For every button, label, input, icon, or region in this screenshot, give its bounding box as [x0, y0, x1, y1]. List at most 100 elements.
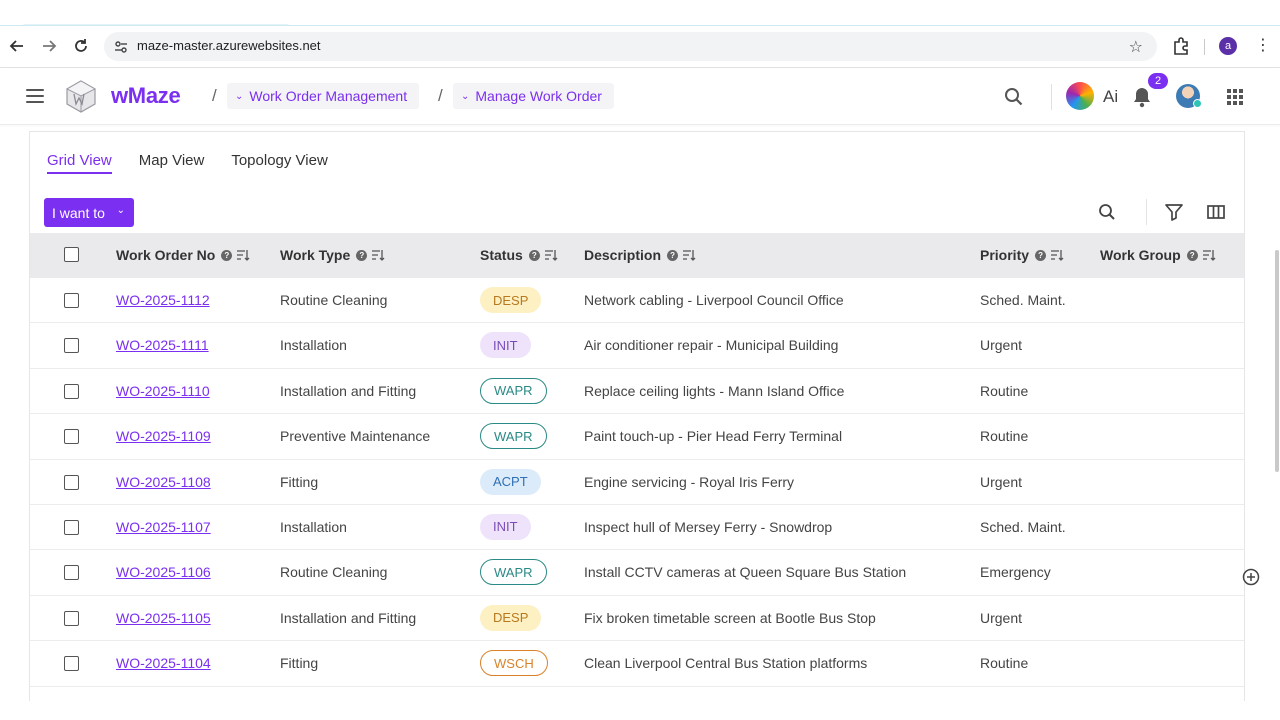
work-order-link[interactable]: WO-2025-1111 — [116, 337, 209, 353]
work-order-link[interactable]: WO-2025-1104 — [116, 655, 211, 671]
row-checkbox[interactable] — [64, 383, 79, 399]
search-icon[interactable] — [1003, 86, 1025, 108]
i-want-to-button[interactable]: I want to ⌄ — [44, 198, 134, 227]
breadcrumb-work-order-management[interactable]: ⌄ Work Order Management — [227, 83, 420, 109]
user-avatar[interactable] — [1176, 84, 1202, 108]
table-row[interactable]: WO-2025-1106 Routine Cleaning WAPR Insta… — [30, 550, 1244, 596]
table-row[interactable]: WO-2025-1105 Installation and Fitting DE… — [30, 595, 1244, 642]
ai-assistant-icon[interactable] — [1066, 82, 1094, 110]
work-type-cell: Installation and Fitting — [280, 609, 417, 626]
header-divider — [1051, 84, 1052, 110]
row-checkbox[interactable] — [64, 610, 79, 626]
breadcrumb-manage-work-order[interactable]: ⌄ Manage Work Order — [453, 83, 614, 109]
tab-grid-view[interactable]: Grid View — [47, 152, 112, 174]
help-icon[interactable]: ? — [667, 249, 679, 261]
table-row[interactable]: WO-2025-1104 Fitting WSCH Clean Liverpoo… — [30, 641, 1244, 687]
work-order-link[interactable]: WO-2025-1110 — [116, 383, 210, 399]
help-icon[interactable]: ? — [528, 249, 540, 261]
breadcrumb-separator: / — [438, 86, 443, 105]
row-checkbox[interactable] — [64, 565, 79, 581]
reload-icon[interactable] — [70, 35, 92, 57]
table-row[interactable]: WO-2025-1108 Fitting ACPT Engine servici… — [30, 459, 1244, 505]
ai-label[interactable]: Ai — [1103, 87, 1118, 107]
row-checkbox[interactable] — [64, 293, 79, 308]
chevron-down-icon: ⌄ — [461, 90, 470, 102]
row-checkbox[interactable] — [64, 656, 79, 672]
table-row[interactable]: WO-2025-1107 Installation INIT Inspect h… — [30, 504, 1244, 551]
columns-icon[interactable] — [1206, 202, 1226, 222]
forward-icon[interactable] — [38, 35, 60, 57]
browser-tab-strip — [0, 0, 1280, 27]
status-badge: ACPT — [480, 468, 541, 495]
column-label: Description — [584, 247, 662, 263]
sort-icon[interactable] — [237, 249, 250, 261]
sort-icon[interactable] — [372, 249, 385, 261]
help-icon[interactable]: ? — [1035, 249, 1047, 261]
bell-icon[interactable] — [1132, 86, 1152, 108]
priority-cell: Sched. Maint. — [980, 292, 1066, 308]
column-label: Work Order No — [116, 247, 216, 263]
notification-badge: 2 — [1148, 73, 1168, 89]
add-circle-icon[interactable] — [1242, 568, 1260, 586]
help-icon[interactable]: ? — [1186, 249, 1198, 261]
table-header: Work Order No ? Work Type ? Status ? Des… — [30, 233, 1244, 278]
star-icon[interactable]: ☆ — [1129, 37, 1143, 57]
status-badge: INIT — [480, 513, 531, 540]
priority-cell: Routine — [980, 428, 1029, 445]
address-bar[interactable]: maze-master.azurewebsites.net ☆ — [104, 32, 1157, 61]
table-row[interactable]: WO-2025-1111 Installation INIT Air condi… — [30, 323, 1244, 369]
toolbar-divider — [1204, 39, 1205, 55]
row-checkbox[interactable] — [64, 429, 79, 445]
col-priority[interactable]: Priority ? — [980, 247, 1064, 263]
page-scrollbar[interactable] — [1275, 250, 1279, 472]
row-checkbox[interactable] — [64, 474, 79, 490]
column-label: Work Type — [280, 247, 351, 263]
col-work-order-no[interactable]: Work Order No ? — [116, 247, 250, 263]
tab-map-view[interactable]: Map View — [139, 152, 205, 174]
work-order-link[interactable]: WO-2025-1107 — [116, 519, 211, 535]
sort-icon[interactable] — [544, 249, 558, 261]
back-icon[interactable] — [6, 35, 28, 57]
extensions-icon[interactable] — [1171, 36, 1191, 56]
work-order-link[interactable]: WO-2025-1109 — [116, 428, 211, 444]
work-order-link[interactable]: WO-2025-1106 — [116, 564, 211, 580]
breadcrumb-separator: / — [212, 86, 217, 105]
table-row[interactable]: WO-2025-1109 Preventive Maintenance WAPR… — [30, 414, 1244, 460]
work-order-link[interactable]: WO-2025-1112 — [116, 292, 210, 308]
table-row[interactable]: WO-2025-1110 Installation and Fitting WA… — [30, 368, 1244, 415]
profile-avatar[interactable]: a — [1219, 37, 1237, 55]
url-text[interactable]: maze-master.azurewebsites.net — [137, 38, 321, 53]
sort-icon[interactable] — [683, 249, 696, 261]
description-cell: Fix broken timetable screen at Bootle Bu… — [584, 609, 876, 626]
col-work-type[interactable]: Work Type ? — [280, 247, 385, 263]
help-icon[interactable]: ? — [356, 249, 368, 261]
col-work-group[interactable]: Work Group ? — [1100, 247, 1216, 263]
work-order-table: Work Order No ? Work Type ? Status ? Des… — [30, 233, 1244, 687]
row-checkbox[interactable] — [64, 519, 79, 535]
filter-icon[interactable] — [1164, 202, 1184, 222]
priority-cell: Emergency — [980, 564, 1051, 581]
menu-icon[interactable] — [26, 89, 44, 103]
table-search-icon[interactable] — [1097, 202, 1117, 222]
help-icon[interactable]: ? — [221, 249, 233, 261]
brand-name[interactable]: wMaze — [111, 83, 181, 109]
work-type-cell: Preventive Maintenance — [280, 428, 431, 445]
row-checkbox[interactable] — [64, 338, 79, 354]
more-menu-icon[interactable]: ⋮ — [1255, 36, 1271, 56]
work-type-cell: Routine Cleaning — [280, 564, 388, 581]
col-status[interactable]: Status ? — [480, 247, 558, 263]
site-settings-icon[interactable] — [113, 39, 129, 55]
table-row[interactable]: WO-2025-1112 Routine Cleaning DESP Netwo… — [30, 278, 1244, 324]
description-cell: Network cabling - Liverpool Council Offi… — [584, 292, 844, 308]
select-all-checkbox[interactable] — [64, 247, 79, 262]
tab-topology-view[interactable]: Topology View — [231, 152, 327, 174]
work-order-link[interactable]: WO-2025-1105 — [116, 610, 211, 626]
col-description[interactable]: Description ? — [584, 247, 696, 263]
view-tabs: Grid View Map View Topology View — [47, 152, 355, 174]
work-order-link[interactable]: WO-2025-1108 — [116, 474, 211, 490]
apps-grid-icon[interactable] — [1227, 89, 1243, 105]
status-badge: WAPR — [480, 423, 547, 450]
sort-icon[interactable] — [1202, 249, 1216, 261]
work-type-cell: Installation — [280, 518, 347, 535]
sort-icon[interactable] — [1051, 249, 1064, 261]
